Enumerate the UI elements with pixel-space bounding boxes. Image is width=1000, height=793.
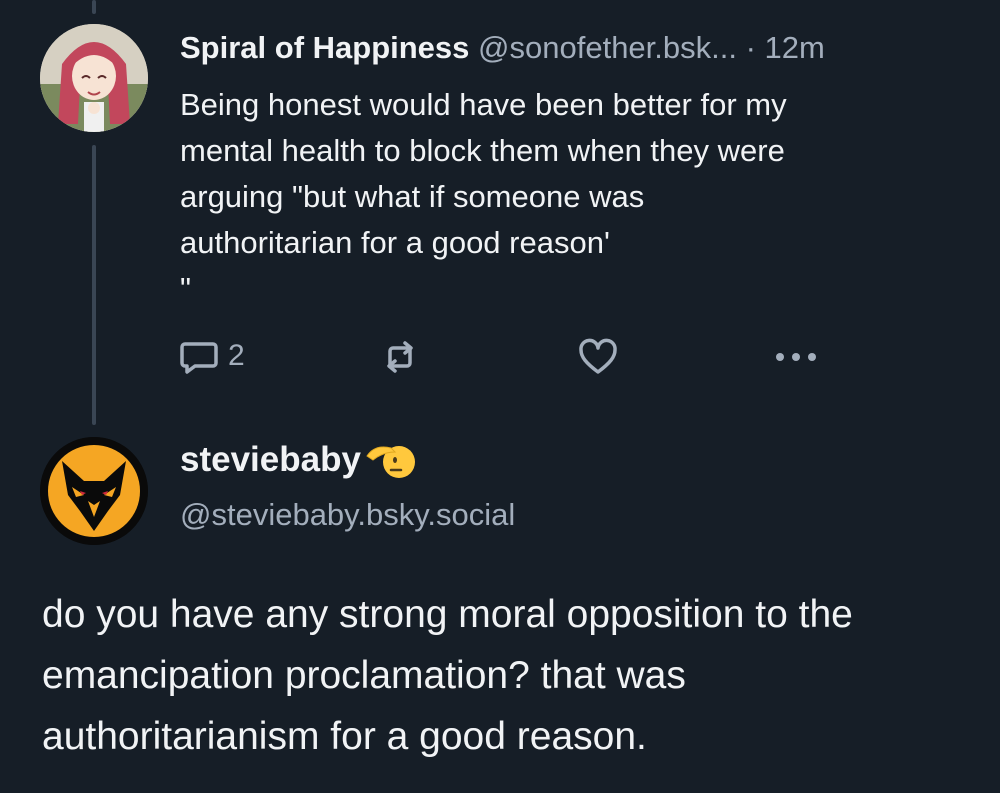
handle[interactable]: @sonofether.bsk...	[478, 30, 737, 65]
handle[interactable]: @steviebaby.bsky.social	[180, 497, 515, 533]
post-header: Spiral of Happiness @sonofether.bsk... ·…	[180, 30, 825, 66]
reply-count: 2	[228, 339, 245, 372]
more-button[interactable]	[772, 335, 820, 379]
repost-icon	[387, 341, 413, 373]
post-text: Being honest would have been better for …	[180, 87, 787, 306]
reply-icon	[180, 342, 218, 374]
like-button[interactable]	[576, 335, 620, 379]
post-text: do you have any strong moral opposition …	[42, 593, 853, 758]
timestamp[interactable]: · 12m	[746, 30, 825, 65]
avatar[interactable]	[40, 437, 148, 545]
like-icon	[579, 338, 617, 374]
thread-line	[92, 145, 96, 425]
saluting-face-icon	[366, 446, 415, 478]
thread-line-top	[92, 0, 96, 14]
display-name-row: steviebaby	[180, 440, 415, 480]
display-name[interactable]: steviebaby	[180, 440, 361, 480]
repost-button[interactable]	[378, 335, 422, 379]
display-name[interactable]: Spiral of Happiness	[180, 30, 469, 65]
reply-button[interactable]: 2	[178, 335, 245, 377]
post-actions: 2	[178, 335, 838, 379]
more-icon	[776, 353, 816, 361]
wolf-logo-avatar-image	[40, 437, 148, 545]
avatar[interactable]	[40, 24, 148, 132]
anime-girl-avatar-image	[40, 24, 148, 132]
